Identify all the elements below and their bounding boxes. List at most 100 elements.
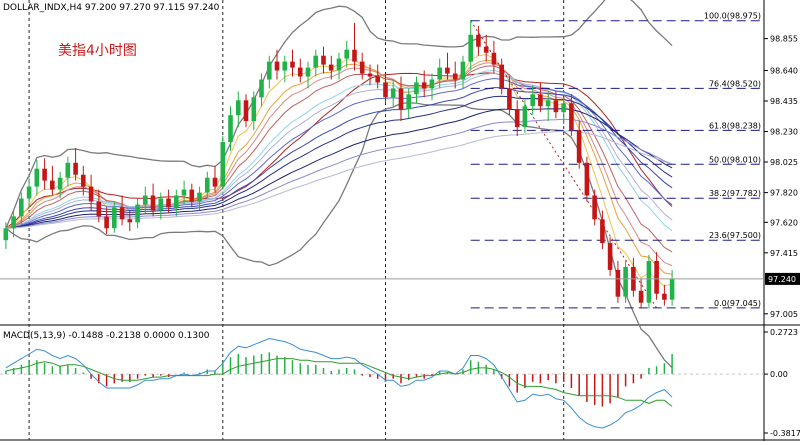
candle-body bbox=[251, 97, 257, 122]
candle-body bbox=[359, 61, 365, 74]
candle-body bbox=[414, 82, 419, 95]
candle-body bbox=[104, 216, 109, 229]
candle-body bbox=[189, 189, 195, 202]
candle-body bbox=[81, 174, 86, 187]
candle-body bbox=[88, 186, 94, 202]
candle-body bbox=[119, 207, 125, 220]
candle-body bbox=[367, 73, 373, 77]
candle-body bbox=[313, 55, 318, 68]
candle-body bbox=[267, 61, 272, 80]
chart-window: 100.0(98.975) 76.4(98.520) 61.8(98.238) 50.… bbox=[0, 0, 800, 441]
candle-body bbox=[352, 49, 357, 62]
candle-body bbox=[19, 198, 24, 217]
candle-body bbox=[429, 79, 435, 89]
candle-body bbox=[499, 64, 504, 89]
candle-body bbox=[65, 162, 71, 178]
macd-header: MACD(5,13,9) -0.1488 -0.2138 0.0000 0.13… bbox=[3, 331, 210, 341]
candle-body bbox=[476, 34, 481, 47]
candle-body bbox=[530, 94, 535, 107]
candle-body bbox=[135, 204, 140, 223]
symbol-header: DOLLAR_INDX,H4 97.200 97.270 97.115 97.2… bbox=[3, 3, 220, 13]
candle-body bbox=[406, 94, 411, 110]
candle-body bbox=[592, 195, 597, 220]
candle-body bbox=[491, 52, 497, 65]
candle-body bbox=[584, 162, 590, 196]
candle-body bbox=[212, 177, 218, 187]
candle-body bbox=[561, 103, 566, 113]
candle-body bbox=[638, 290, 644, 303]
macd-tick-label: 0.00 bbox=[770, 370, 788, 379]
price-tick-label: 97.415 bbox=[770, 249, 798, 258]
candle-body bbox=[615, 269, 621, 297]
candle-body bbox=[514, 109, 520, 128]
candle-body bbox=[243, 100, 249, 122]
candle-body bbox=[166, 198, 171, 208]
candle-body bbox=[228, 115, 233, 142]
candle-body bbox=[197, 192, 202, 202]
chart-canvas: 100.0(98.975) 76.4(98.520) 61.8(98.238) 50.… bbox=[0, 0, 800, 441]
macd-tick-label: -0.3817 bbox=[770, 429, 800, 438]
candle-body bbox=[297, 67, 303, 77]
candle-body bbox=[150, 195, 156, 211]
candle-body bbox=[483, 46, 489, 53]
candle-body bbox=[11, 216, 16, 229]
candle bbox=[584, 156, 590, 202]
candle-body bbox=[127, 219, 133, 223]
current-price-label: 97.240 bbox=[768, 275, 796, 284]
candle-body bbox=[50, 180, 55, 190]
candle-body bbox=[274, 61, 280, 71]
price-tick-label: 98.640 bbox=[770, 67, 798, 76]
price-tick-label: 97.820 bbox=[770, 189, 798, 198]
candle-body bbox=[383, 82, 388, 98]
price-tick-label: 97.005 bbox=[770, 310, 798, 319]
candle-body bbox=[174, 195, 179, 208]
candle-body bbox=[390, 88, 396, 98]
candle-body bbox=[73, 162, 78, 175]
fib-level-label: 100.0(98.975) bbox=[704, 12, 761, 21]
candle-body bbox=[282, 61, 287, 71]
candle-body bbox=[305, 67, 311, 77]
candle-body bbox=[468, 34, 473, 62]
candle-body bbox=[375, 76, 380, 83]
candle-body bbox=[654, 261, 659, 294]
chart-annotation: 美指4小时图 bbox=[58, 43, 137, 59]
candle-body bbox=[259, 79, 264, 98]
candle-body bbox=[600, 219, 605, 244]
candle-body bbox=[607, 243, 613, 270]
candle bbox=[623, 261, 628, 303]
price-tick-label: 98.855 bbox=[770, 35, 798, 44]
candle-body bbox=[460, 61, 466, 80]
fib-level-label: 23.6(97.500) bbox=[709, 231, 761, 240]
candle-body bbox=[290, 61, 295, 68]
candle-body bbox=[220, 142, 226, 187]
candle-body bbox=[205, 177, 210, 193]
candle-body bbox=[3, 228, 9, 241]
price-tick-label: 98.025 bbox=[770, 158, 798, 167]
candle-body bbox=[336, 58, 342, 71]
price-tick-label: 97.620 bbox=[770, 218, 798, 227]
candle-body bbox=[445, 67, 450, 74]
candle-body bbox=[34, 168, 40, 187]
candle-body bbox=[507, 88, 512, 110]
candle-body bbox=[181, 189, 187, 196]
candle bbox=[646, 255, 652, 309]
candle-body bbox=[328, 64, 334, 71]
fib-level-label: 38.2(97.782) bbox=[709, 189, 761, 198]
candle-body bbox=[96, 201, 102, 217]
fib-level-label: 76.4(98.520) bbox=[709, 79, 761, 88]
candle-body bbox=[623, 266, 628, 297]
candle-body bbox=[522, 106, 528, 128]
fib-level-label: 61.8(98.238) bbox=[709, 121, 761, 130]
price-tick-label: 98.230 bbox=[770, 128, 798, 137]
candle-body bbox=[452, 73, 458, 80]
candle-body bbox=[236, 100, 241, 116]
candle-body bbox=[421, 82, 427, 89]
candle-body bbox=[576, 130, 582, 163]
candle-body bbox=[321, 55, 326, 65]
candle-body bbox=[646, 261, 652, 303]
candle-body bbox=[57, 177, 63, 190]
candle-body bbox=[112, 207, 117, 229]
candle-body bbox=[553, 100, 559, 113]
candle-body bbox=[545, 100, 551, 107]
candle-body bbox=[538, 94, 543, 107]
